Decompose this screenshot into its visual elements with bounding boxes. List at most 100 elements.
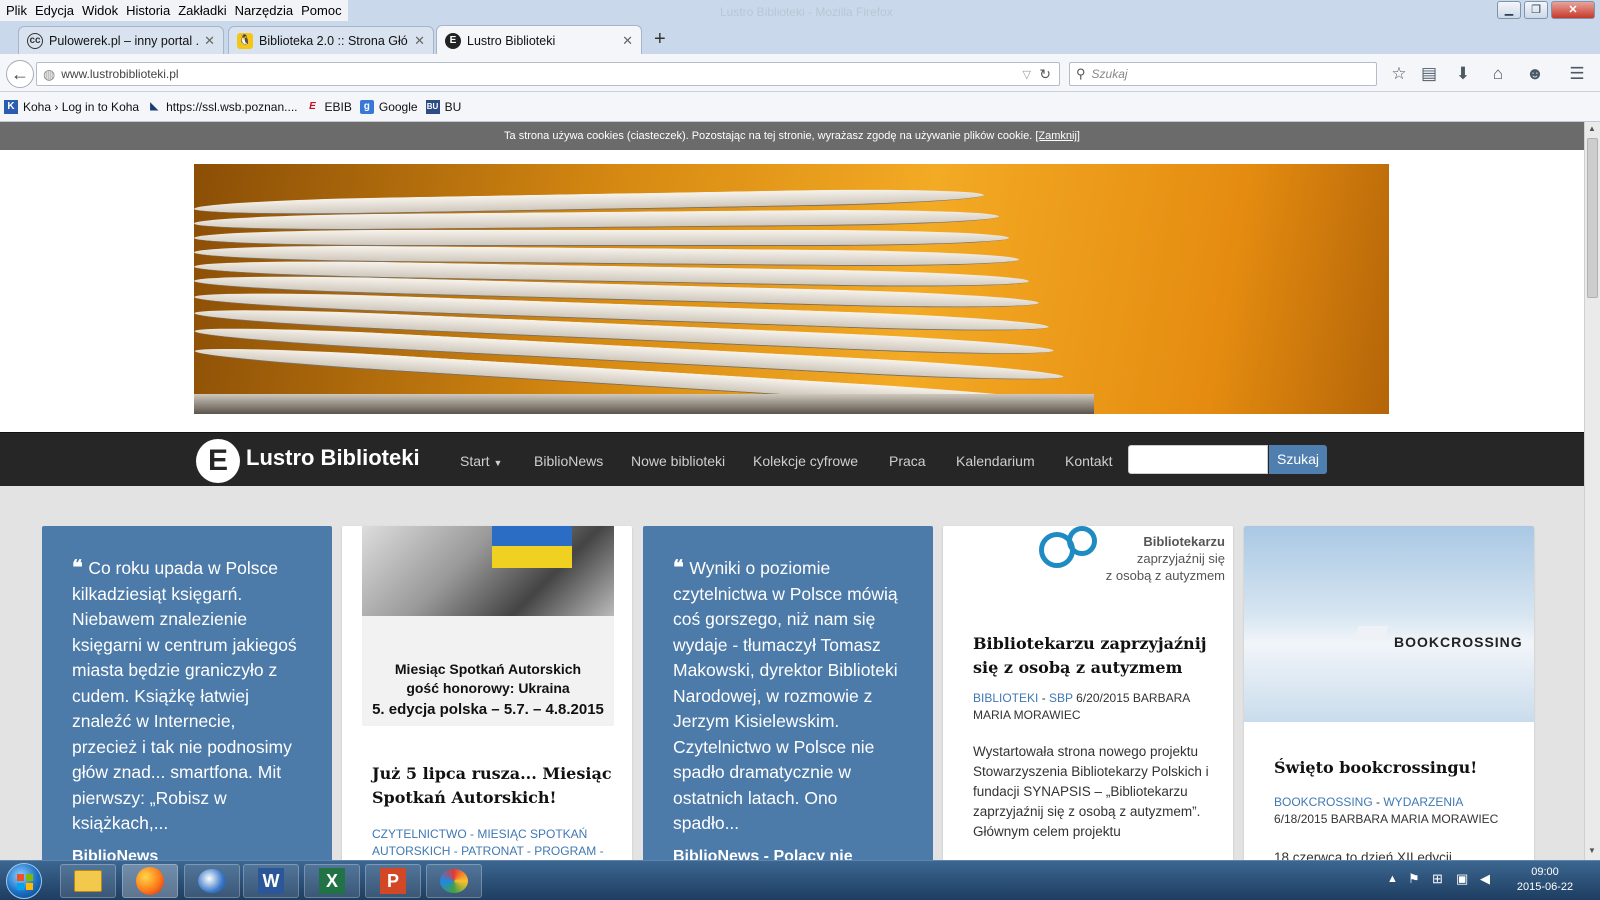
quote-text: ❝ Co roku upada w Polsce kilkadziesiąt k…: [42, 526, 332, 837]
quote-card-1[interactable]: ❝ Co roku upada w Polsce kilkadziesiąt k…: [42, 526, 332, 860]
site-search-button[interactable]: Szukaj: [1269, 445, 1327, 474]
article-card-msa[interactable]: Miesiąc Spotkań Autorskich gość honorowy…: [342, 526, 632, 860]
scroll-thumb[interactable]: [1587, 138, 1598, 298]
new-tab-button[interactable]: +: [654, 28, 666, 51]
nav-biblionews[interactable]: BiblioNews: [534, 453, 603, 469]
action-center-flag-icon[interactable]: ⚑: [1408, 871, 1420, 887]
koha-icon: K: [4, 99, 18, 114]
close-window-button[interactable]: ✕: [1551, 1, 1595, 19]
post-date: 6/18/2015: [1274, 812, 1328, 826]
card-footer[interactable]: BiblioNews: [72, 848, 158, 860]
article-excerpt: 18 czerwca to dzień XII edycji: [1274, 850, 1452, 860]
menu-plik[interactable]: Plik: [4, 0, 33, 21]
article-card-autyzm[interactable]: Bibliotekarzu zaprzyjaźnij się z osobą z…: [943, 526, 1233, 860]
article-title[interactable]: Święto bookcrossingu!: [1274, 756, 1514, 780]
google-icon: g: [359, 99, 374, 114]
logo-line-1: Bibliotekarzu: [1143, 534, 1225, 549]
url-bar[interactable]: ◍ www.lustrobiblioteki.pl ▽ ↻: [36, 62, 1060, 86]
menu-widok[interactable]: Widok: [80, 0, 124, 21]
start-button[interactable]: [6, 863, 42, 899]
nav-kalendarium[interactable]: Kalendarium: [956, 453, 1035, 469]
tab-pulowerek[interactable]: cc Pulowerek.pl – inny portal ... ✕: [18, 26, 224, 54]
bookmarks-list-icon[interactable]: ▤: [1418, 63, 1440, 85]
article-categories: CZYTELNICTWO - MIESIĄC SPOTKAŃ AUTORSKIC…: [372, 826, 612, 860]
minimize-button[interactable]: ▁: [1497, 1, 1521, 19]
back-button[interactable]: ←: [6, 60, 34, 88]
nav-nowe-biblioteki[interactable]: Nowe biblioteki: [631, 453, 725, 469]
site-brand[interactable]: Lustro Biblioteki: [246, 445, 420, 471]
firefox-icon[interactable]: [122, 864, 178, 898]
article-card-bookcrossing[interactable]: BOOKCROSSING Święto bookcrossingu! BOOKC…: [1244, 526, 1534, 860]
reload-icon[interactable]: ↻: [1039, 66, 1051, 83]
network-icon[interactable]: ▣: [1456, 871, 1468, 887]
quote-text: ❝ Wyniki o poziomie czytelnictwa w Polsc…: [643, 526, 933, 837]
bookmark-label: Koha › Log in to Koha: [23, 99, 140, 114]
page-scrollbar[interactable]: ▲ ▼: [1584, 122, 1600, 860]
bookmark-koha[interactable]: K Koha › Log in to Koha: [4, 99, 140, 114]
dropdown-arrow-icon[interactable]: ▽: [1023, 68, 1031, 81]
menu-edycja[interactable]: Edycja: [33, 0, 80, 21]
page-viewport: Ta strona używa cookies (ciasteczek). Po…: [0, 122, 1584, 860]
navigation-bar: ← ◍ www.lustrobiblioteki.pl ▽ ↻ ⚲ Szukaj…: [0, 54, 1600, 92]
scroll-up-icon[interactable]: ▲: [1588, 124, 1596, 133]
bookmark-label: EBIB: [324, 99, 352, 114]
bookmark-label: BU: [444, 99, 462, 114]
scroll-down-icon[interactable]: ▼: [1588, 846, 1596, 855]
word-icon[interactable]: W: [243, 864, 299, 898]
maximize-button[interactable]: ❐: [1524, 1, 1548, 19]
bookmark-star-icon[interactable]: ☆: [1388, 63, 1410, 85]
menu-zakladki[interactable]: Zakładki: [176, 0, 232, 21]
volume-icon[interactable]: ◀: [1480, 871, 1490, 887]
bookcrossing-image: BOOKCROSSING: [1244, 526, 1534, 722]
menu-historia[interactable]: Historia: [124, 0, 176, 21]
bookmark-bu[interactable]: BU BU: [425, 99, 462, 114]
tab-lustro[interactable]: E Lustro Biblioteki ✕: [436, 25, 642, 55]
card-footer[interactable]: BiblioNews - Polacy nie: [673, 848, 853, 860]
home-icon[interactable]: ⌂: [1487, 63, 1509, 85]
bookmark-google[interactable]: g Google: [359, 99, 418, 114]
site-search-input[interactable]: [1128, 445, 1268, 474]
quote-body: Co roku upada w Polsce kilkadziesiąt ksi…: [72, 558, 297, 833]
article-title[interactable]: Bibliotekarzu zaprzyjaźnij się z osobą z…: [973, 632, 1213, 680]
quote-card-2[interactable]: ❝ Wyniki o poziomie czytelnictwa w Polsc…: [643, 526, 933, 860]
explorer-icon[interactable]: [60, 864, 116, 898]
category-links[interactable]: CZYTELNICTWO - MIESIĄC SPOTKAŃ AUTORSKIC…: [372, 827, 604, 858]
bookmark-wsb[interactable]: ◣ https://ssl.wsb.poznan....: [147, 100, 297, 114]
tab-label: Pulowerek.pl – inny portal ...: [49, 33, 199, 48]
nav-kolekcje-cyfrowe[interactable]: Kolekcje cyfrowe: [753, 453, 858, 469]
menu-narzedzia[interactable]: Narzędzia: [233, 0, 300, 21]
category-link[interactable]: SBP: [1049, 691, 1073, 705]
search-input[interactable]: ⚲ Szukaj: [1069, 62, 1377, 86]
excel-icon[interactable]: X: [304, 864, 360, 898]
nav-kontakt[interactable]: Kontakt: [1065, 453, 1112, 469]
hamburger-menu-icon[interactable]: ☰: [1566, 63, 1588, 85]
bookmark-ebib[interactable]: E EBIB: [306, 100, 352, 114]
logo-line-2: zaprzyjaźnij się: [1136, 551, 1225, 566]
site-logo-icon[interactable]: E: [196, 439, 240, 483]
windows-tray-icon[interactable]: ⊞: [1432, 871, 1443, 887]
tray-expand-icon[interactable]: ▲: [1387, 873, 1398, 885]
download-icon[interactable]: ⬇: [1452, 63, 1474, 85]
tab-biblioteka[interactable]: 🐧 Biblioteka 2.0 :: Strona Głó... ✕: [228, 26, 434, 54]
thunderbird-icon[interactable]: [184, 864, 240, 898]
post-author[interactable]: BARBARA MARIA MORAWIEC: [1331, 812, 1499, 826]
paint-icon[interactable]: [426, 864, 482, 898]
chat-icon[interactable]: ☻: [1524, 63, 1546, 85]
category-link[interactable]: BIBLIOTEKI: [973, 691, 1038, 705]
close-icon[interactable]: ✕: [622, 33, 633, 49]
menu-pomoc[interactable]: Pomoc: [299, 0, 347, 21]
close-icon[interactable]: ✕: [204, 33, 215, 49]
powerpoint-icon[interactable]: P: [365, 864, 421, 898]
category-link[interactable]: WYDARZENIA: [1383, 795, 1463, 809]
cookie-close-link[interactable]: [Zamknij]: [1035, 130, 1080, 142]
clock[interactable]: 09:00 2015-06-22: [1510, 866, 1580, 893]
bookmark-label: https://ssl.wsb.poznan....: [166, 99, 298, 114]
category-link[interactable]: BOOKCROSSING: [1274, 795, 1373, 809]
bookmarks-toolbar: K Koha › Log in to Koha ◣ https://ssl.wsb.…: [0, 92, 1600, 122]
nav-praca[interactable]: Praca: [889, 453, 926, 469]
search-icon: ⚲: [1076, 66, 1086, 81]
close-icon[interactable]: ✕: [414, 33, 425, 49]
nav-start[interactable]: Start ▼: [460, 453, 502, 469]
article-title[interactable]: Już 5 lipca rusza... Miesiąc Spotkań Aut…: [372, 762, 612, 810]
nav-start-label: Start: [460, 453, 490, 469]
